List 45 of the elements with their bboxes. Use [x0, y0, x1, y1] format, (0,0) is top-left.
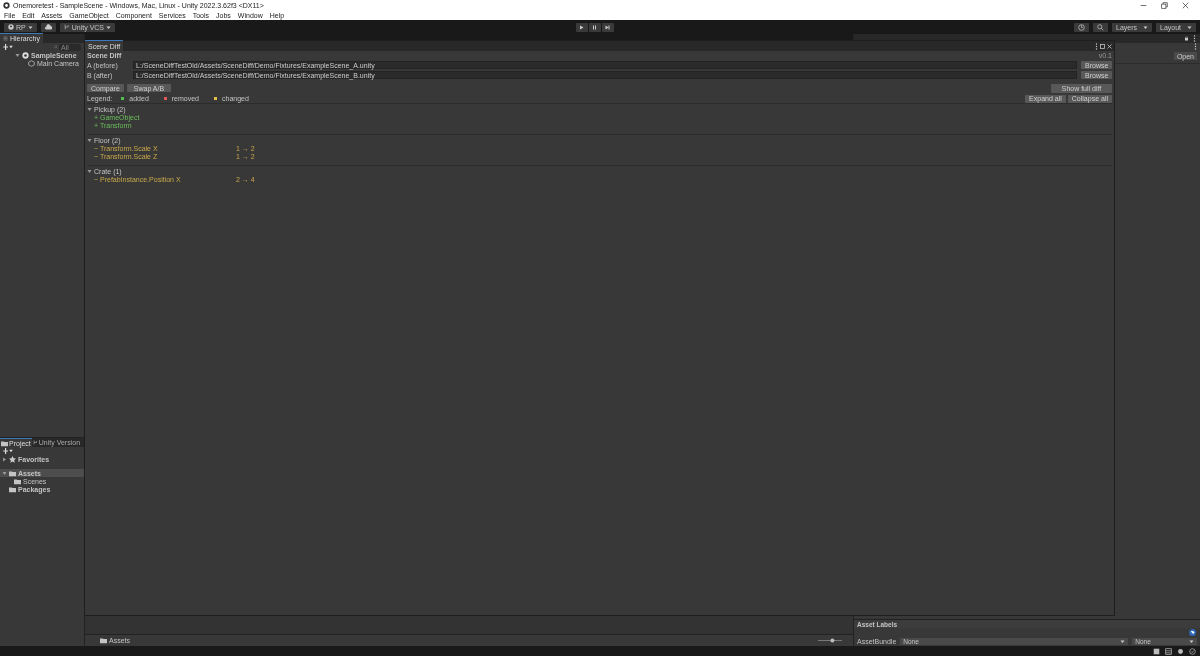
check-icon [1189, 647, 1196, 655]
more-icon[interactable] [1095, 42, 1098, 50]
lock-icon [1184, 36, 1189, 41]
search-icon [1097, 23, 1104, 31]
caret-icon [1143, 24, 1148, 30]
search-button[interactable] [1093, 22, 1108, 32]
history-icon [1078, 23, 1085, 31]
slider-thumb[interactable] [830, 638, 835, 643]
collapsed-arrow-icon[interactable] [2, 456, 7, 462]
step-button[interactable] [601, 22, 614, 32]
caret-icon [1187, 24, 1192, 30]
cloud-icon [44, 23, 52, 31]
list-icon [3, 36, 8, 41]
caret-icon [1120, 639, 1126, 644]
cube-icon [28, 59, 35, 67]
expanded-arrow-icon[interactable] [15, 52, 20, 58]
folder-icon [100, 637, 107, 644]
pause-button[interactable] [588, 22, 601, 32]
maximize-icon [1100, 43, 1105, 49]
zoom-slider[interactable] [818, 638, 842, 643]
branch-icon [63, 24, 70, 30]
play-button[interactable] [575, 22, 588, 32]
close-icon [1107, 43, 1112, 49]
add-dropdown-icon[interactable] [3, 448, 13, 454]
folder-icon [1, 439, 8, 447]
add-dropdown-icon[interactable] [3, 44, 13, 50]
close-icon [1182, 1, 1189, 9]
tag-icon [1189, 629, 1196, 636]
caret-icon [27, 24, 33, 30]
expanded-arrow-icon[interactable] [2, 470, 7, 476]
account-icon [8, 24, 14, 30]
step-icon [605, 24, 610, 30]
branch-icon [32, 440, 38, 445]
pause-icon [592, 24, 597, 30]
play-icon [579, 24, 584, 30]
star-icon [9, 455, 16, 463]
history-button[interactable] [1074, 22, 1089, 32]
restore-icon [1161, 1, 1168, 9]
expanded-arrow-icon[interactable] [87, 106, 92, 112]
expanded-arrow-icon[interactable] [87, 168, 92, 174]
cloud-button[interactable] [40, 22, 56, 32]
expanded-arrow-icon[interactable] [87, 137, 92, 143]
caret-icon [1189, 639, 1194, 644]
unity-scene-icon [22, 51, 29, 59]
caret-icon [106, 24, 112, 30]
